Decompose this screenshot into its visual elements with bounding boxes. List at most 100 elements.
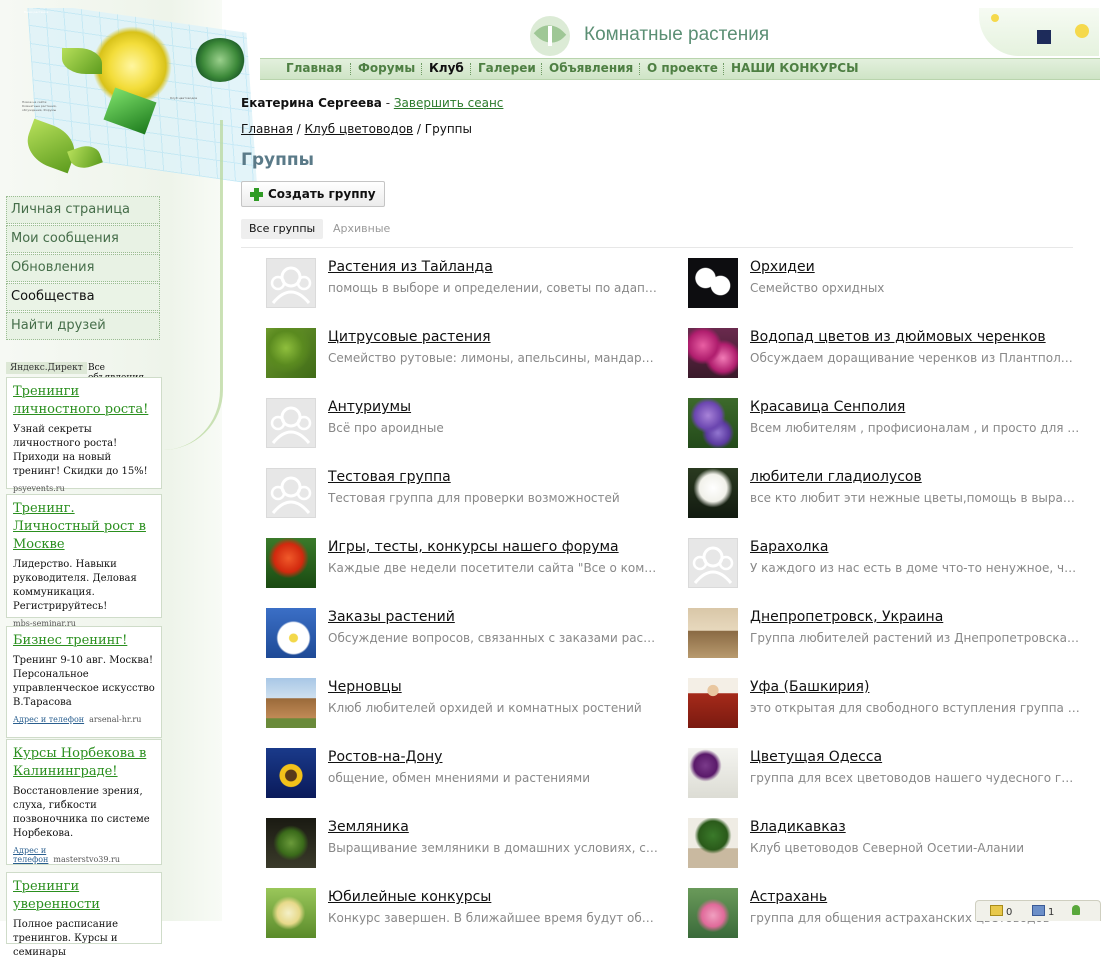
group-item[interactable]: Барахолка У каждого из нас есть в доме чт… bbox=[688, 538, 1088, 590]
group-thumbnail[interactable] bbox=[688, 258, 738, 308]
group-item[interactable]: Заказы растений Обсуждение вопросов, связ… bbox=[266, 608, 666, 660]
group-item[interactable]: Уфа (Башкирия) это открытая для свободног… bbox=[688, 678, 1088, 730]
ad-tab-yandex-direct[interactable]: Яндекс.Директ bbox=[6, 362, 87, 374]
group-name-link[interactable]: Орхидеи bbox=[750, 259, 815, 275]
group-item[interactable]: Игры, тесты, конкурсы нашего форума Кажды… bbox=[266, 538, 666, 590]
create-group-button[interactable]: Создать группу bbox=[241, 181, 385, 207]
group-placeholder-avatar-icon[interactable] bbox=[266, 398, 316, 448]
group-placeholder-avatar-icon[interactable] bbox=[266, 258, 316, 308]
left-nav-communities[interactable]: Сообщества bbox=[6, 283, 160, 311]
group-item[interactable]: Тестовая группа Тестовая группа для прове… bbox=[266, 468, 666, 520]
left-nav-updates[interactable]: Обновления bbox=[6, 254, 160, 282]
group-thumbnail[interactable] bbox=[266, 678, 316, 728]
group-item[interactable]: Красавица Сенполия Всем любителям , профи… bbox=[688, 398, 1088, 450]
messages-counter[interactable]: 1 bbox=[1032, 905, 1054, 918]
group-placeholder-avatar-icon[interactable] bbox=[266, 468, 316, 518]
tab-archived[interactable]: Архивные bbox=[325, 219, 398, 239]
group-thumbnail[interactable] bbox=[266, 608, 316, 658]
nav-contests[interactable]: НАШИ КОНКУРСЫ bbox=[731, 61, 859, 75]
group-item[interactable]: Владикавказ Клуб цветоводов Северной Осет… bbox=[688, 818, 1088, 870]
group-item[interactable]: Ростов-на-Дону общение, обмен мнениями и … bbox=[266, 748, 666, 800]
ad-title-link[interactable]: Тренинги личностного роста! bbox=[13, 383, 155, 419]
group-thumbnail[interactable] bbox=[688, 748, 738, 798]
nav-classifieds[interactable]: Объявления bbox=[549, 61, 633, 75]
left-nav-find-friends[interactable]: Найти друзей bbox=[6, 312, 160, 340]
user-name[interactable]: Екатерина Сергеева bbox=[241, 96, 382, 110]
group-name-link[interactable]: Игры, тесты, конкурсы нашего форума bbox=[328, 539, 619, 555]
ad-address-link[interactable]: Адрес и телефон bbox=[13, 715, 84, 724]
group-name-link[interactable]: Юбилейные конкурсы bbox=[328, 889, 491, 905]
group-name-link[interactable]: Уфа (Башкирия) bbox=[750, 679, 869, 695]
group-name-link[interactable]: Красавица Сенполия bbox=[750, 399, 905, 415]
nav-home[interactable]: Главная bbox=[286, 61, 342, 75]
create-group-label: Создать группу bbox=[268, 187, 376, 201]
group-name-link[interactable]: Барахолка bbox=[750, 539, 828, 555]
group-name-link[interactable]: Цитрусовые растения bbox=[328, 329, 491, 345]
nav-forums[interactable]: Форумы bbox=[358, 61, 415, 75]
nav-club[interactable]: Клуб bbox=[429, 61, 464, 75]
group-name-link[interactable]: Заказы растений bbox=[328, 609, 455, 625]
group-description: Всем любителям , профисионалам , и прост… bbox=[750, 421, 1080, 435]
group-item[interactable]: Орхидеи Семейство орхидных bbox=[688, 258, 1088, 310]
group-item[interactable]: Юбилейные конкурсы Конкурс завершен. В бл… bbox=[266, 888, 666, 940]
ad-title-link[interactable]: Бизнес тренинг! bbox=[13, 632, 155, 650]
group-name-link[interactable]: Тестовая группа bbox=[328, 469, 451, 485]
ad-title-link[interactable]: Курсы Норбекова в Калининграде! bbox=[13, 745, 155, 781]
group-name-link[interactable]: Цветущая Одесса bbox=[750, 749, 882, 765]
breadcrumb-club[interactable]: Клуб цветоводов bbox=[305, 122, 414, 136]
group-description: Каждые две недели посетители сайта "Все … bbox=[328, 561, 658, 575]
group-item[interactable]: Водопад цветов из дюймовых черенков Обсуж… bbox=[688, 328, 1088, 380]
status-bar: 0 1 bbox=[975, 900, 1101, 921]
group-item[interactable]: Цитрусовые растения Семейство рутовые: ли… bbox=[266, 328, 666, 380]
ad-title-link[interactable]: Тренинги уверенности bbox=[13, 878, 155, 914]
group-thumbnail[interactable] bbox=[688, 888, 738, 938]
group-placeholder-avatar-icon[interactable] bbox=[688, 538, 738, 588]
ad-address-link[interactable]: Адрес и телефон bbox=[13, 846, 48, 864]
group-name-link[interactable]: Растения из Тайланда bbox=[328, 259, 493, 275]
group-thumbnail[interactable] bbox=[688, 678, 738, 728]
group-item[interactable]: Растения из Тайланда помощь в выборе и оп… bbox=[266, 258, 666, 310]
hero-note: Ваши растения bbox=[24, 10, 49, 14]
ad-title-link[interactable]: Тренинг. Личностный рост в Москве bbox=[13, 500, 155, 554]
group-thumbnail[interactable] bbox=[688, 468, 738, 518]
nav-separator bbox=[421, 63, 423, 75]
group-thumbnail[interactable] bbox=[688, 608, 738, 658]
group-name-link[interactable]: Ростов-на-Дону bbox=[328, 749, 442, 765]
group-thumbnail[interactable] bbox=[266, 748, 316, 798]
nav-galleries[interactable]: Галереи bbox=[478, 61, 536, 75]
group-name-link[interactable]: Водопад цветов из дюймовых черенков bbox=[750, 329, 1046, 345]
group-thumbnail[interactable] bbox=[266, 538, 316, 588]
group-item[interactable]: Земляника Выращивание земляники в домашни… bbox=[266, 818, 666, 870]
group-thumbnail[interactable] bbox=[266, 818, 316, 868]
user-status-icon[interactable] bbox=[1072, 905, 1083, 917]
breadcrumb-home[interactable]: Главная bbox=[241, 122, 293, 136]
nav-about[interactable]: О проекте bbox=[647, 61, 718, 75]
group-thumbnail[interactable] bbox=[688, 818, 738, 868]
group-item[interactable]: Антуриумы Всё про ароидные bbox=[266, 398, 666, 450]
breadcrumb-current: Группы bbox=[424, 122, 472, 136]
group-name-link[interactable]: Антуриумы bbox=[328, 399, 411, 415]
group-thumbnail[interactable] bbox=[266, 328, 316, 378]
group-thumbnail[interactable] bbox=[266, 888, 316, 938]
group-tabs: Все группы Архивные bbox=[241, 219, 1073, 248]
group-name-link[interactable]: Черновцы bbox=[328, 679, 402, 695]
group-item[interactable]: Днепропетровск, Украина Группа любителей … bbox=[688, 608, 1088, 660]
group-description: Всё про ароидные bbox=[328, 421, 444, 435]
main-navigation: Главная Форумы Клуб Галереи Объявления О… bbox=[260, 58, 1100, 80]
group-name-link[interactable]: Астрахань bbox=[750, 889, 827, 905]
group-name-link[interactable]: любители гладиолусов bbox=[750, 469, 922, 485]
tab-all-groups[interactable]: Все группы bbox=[241, 219, 324, 239]
notes-counter[interactable]: 0 bbox=[990, 905, 1012, 918]
group-name-link[interactable]: Владикавказ bbox=[750, 819, 846, 835]
group-thumbnail[interactable] bbox=[688, 398, 738, 448]
ad-block: Тренинги личностного роста! Узнай секрет… bbox=[6, 377, 162, 493]
group-name-link[interactable]: Днепропетровск, Украина bbox=[750, 609, 943, 625]
group-thumbnail[interactable] bbox=[688, 328, 738, 378]
left-nav-my-messages[interactable]: Мои сообщения bbox=[6, 225, 160, 253]
group-item[interactable]: Цветущая Одесса группа для всех цветоводо… bbox=[688, 748, 1088, 800]
group-item[interactable]: Черновцы Клюб любителей орхидей и комнатн… bbox=[266, 678, 666, 730]
left-nav-personal-page[interactable]: Личная страница bbox=[6, 196, 160, 224]
logout-link[interactable]: Завершить сеанс bbox=[394, 96, 504, 110]
group-name-link[interactable]: Земляника bbox=[328, 819, 409, 835]
group-item[interactable]: любители гладиолусов все кто любит эти не… bbox=[688, 468, 1088, 520]
